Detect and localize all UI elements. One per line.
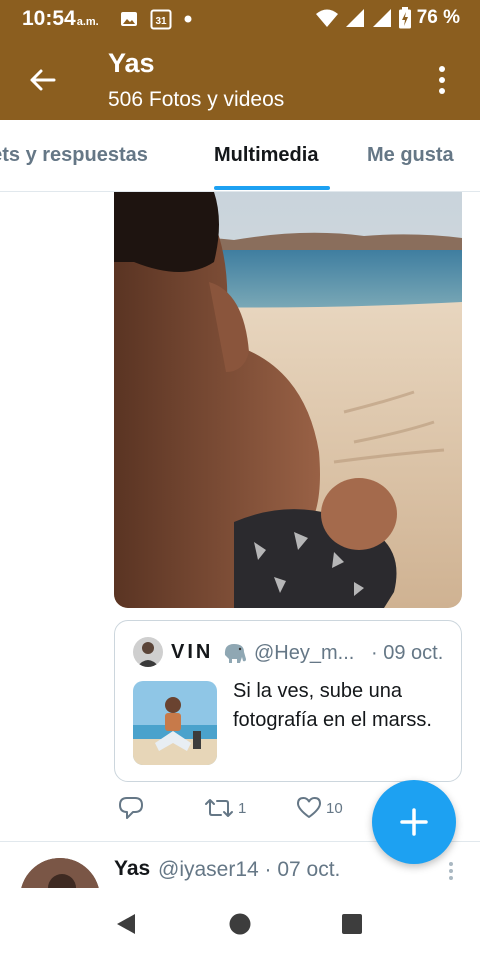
avatar [133, 637, 163, 667]
retweet-button[interactable]: 1 [204, 796, 246, 820]
retweet-count: 1 [238, 799, 247, 817]
system-status: 76 % [315, 7, 460, 29]
quoted-thumbnail[interactable] [133, 681, 217, 765]
avatar[interactable] [20, 858, 100, 888]
tweet-photo[interactable] [114, 192, 462, 608]
nav-back-button[interactable] [112, 910, 140, 938]
like-button[interactable]: 10 [296, 796, 343, 820]
more-vertical-icon [439, 66, 445, 72]
image-icon [121, 12, 137, 26]
calendar-icon: 31 [150, 9, 172, 30]
tweet-author-handle: @iyaser14 · 07 oct. [158, 858, 341, 881]
tab-media[interactable]: Multimedia [214, 144, 318, 167]
tweet-more-button[interactable] [446, 862, 456, 884]
clock-time: 10:54 [22, 7, 76, 30]
battery-charging-icon [398, 7, 411, 29]
status-bar: 10:54a.m. 31 76 % [0, 0, 480, 38]
more-options-button[interactable] [430, 60, 454, 100]
more-vertical-icon [449, 862, 453, 866]
tweet-actions: 1 10 [114, 796, 374, 826]
quoted-photo [133, 681, 217, 765]
tweet-author-name: Yas [114, 857, 151, 880]
back-button[interactable] [20, 58, 64, 102]
compose-tweet-button[interactable] [372, 780, 456, 864]
app-bar: Yas 506 Fotos y videos [0, 38, 480, 120]
more-vertical-icon [439, 88, 445, 94]
signal-icon [372, 9, 391, 27]
quoted-avatar[interactable] [133, 637, 163, 667]
profile-tabs: eets y respuestas Multimedia Me gusta [0, 120, 480, 192]
plus-icon [400, 808, 428, 836]
avatar-photo [20, 858, 100, 888]
reply-button[interactable] [118, 796, 148, 820]
signal-icon [345, 9, 364, 27]
battery-percent: 76 % [416, 7, 460, 28]
more-vertical-icon [449, 876, 453, 880]
nav-home-button[interactable] [226, 910, 254, 938]
more-vertical-icon [439, 77, 445, 83]
notification-icons: 31 [120, 8, 192, 30]
quoted-handle: @Hey_m... [254, 642, 355, 664]
quoted-tweet[interactable]: VIN @Hey_m... · 09 oct. Si la ves, sube … [114, 620, 462, 782]
status-time: 10:54a.m. [22, 7, 99, 31]
nav-recents-button[interactable] [338, 910, 366, 938]
like-count: 10 [326, 799, 343, 817]
tab-likes[interactable]: Me gusta [367, 144, 454, 167]
wifi-icon [315, 9, 338, 27]
media-count: 506 Fotos y videos [108, 88, 285, 111]
beach-photo [114, 192, 462, 608]
calendar-day: 31 [155, 16, 167, 27]
quoted-name: VIN [171, 641, 214, 663]
active-tab-indicator [214, 186, 330, 190]
tab-tweets-replies[interactable]: eets y respuestas [0, 144, 148, 167]
dot-icon [184, 15, 192, 23]
reply-icon [119, 797, 143, 819]
heart-icon [297, 797, 321, 818]
retweet-icon [205, 799, 233, 817]
quoted-date: · 09 oct. [371, 642, 444, 664]
more-vertical-icon [449, 869, 453, 873]
quoted-text: Si la ves, sube una fotografía en el mar… [233, 680, 432, 731]
elephant-emoji [222, 641, 248, 670]
clock-ampm: a.m. [76, 16, 99, 28]
system-nav-bar [0, 888, 480, 960]
arrow-left-icon [30, 69, 56, 91]
back-triangle-icon [117, 914, 135, 934]
home-circle-icon [229, 913, 251, 935]
recents-square-icon [342, 914, 362, 934]
profile-name: Yas [108, 48, 155, 78]
